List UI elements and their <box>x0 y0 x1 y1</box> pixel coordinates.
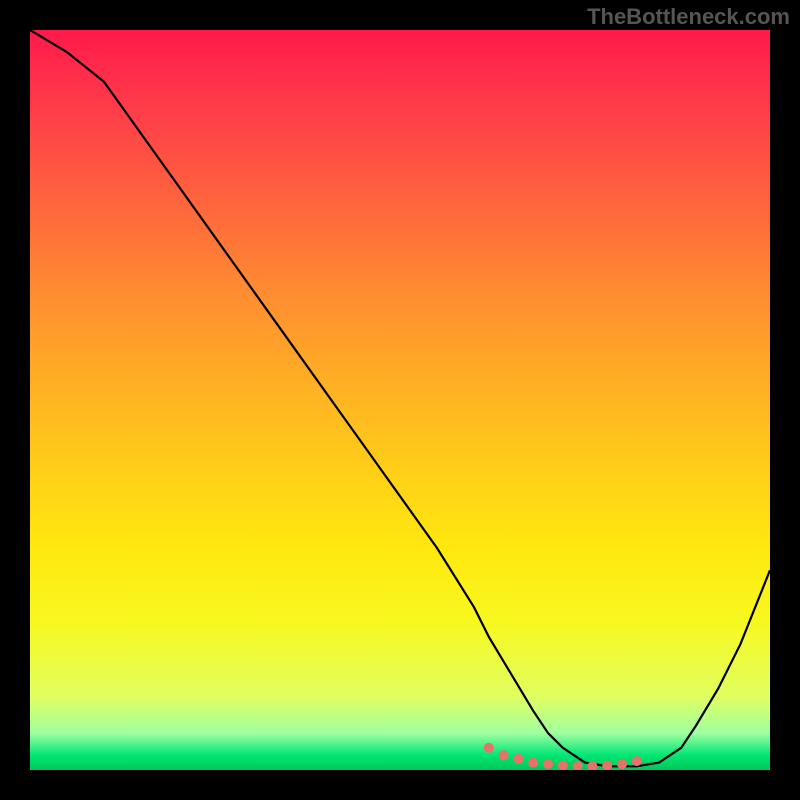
flat-zone-dot <box>484 743 494 753</box>
flat-zone-dot <box>558 761 568 770</box>
bottleneck-curve-line <box>30 30 770 766</box>
flat-zone-dot <box>632 756 642 766</box>
flat-zone-dot <box>528 758 538 768</box>
flat-zone-dot <box>617 759 627 769</box>
watermark-text: TheBottleneck.com <box>587 4 790 30</box>
flat-zone-dot <box>602 761 612 770</box>
flat-zone-dot <box>499 750 509 760</box>
flat-zone-dot <box>513 754 523 764</box>
chart-svg <box>30 30 770 770</box>
flat-zone-dot <box>543 759 553 769</box>
plot-area <box>30 30 770 770</box>
flat-zone-dot <box>573 761 583 770</box>
